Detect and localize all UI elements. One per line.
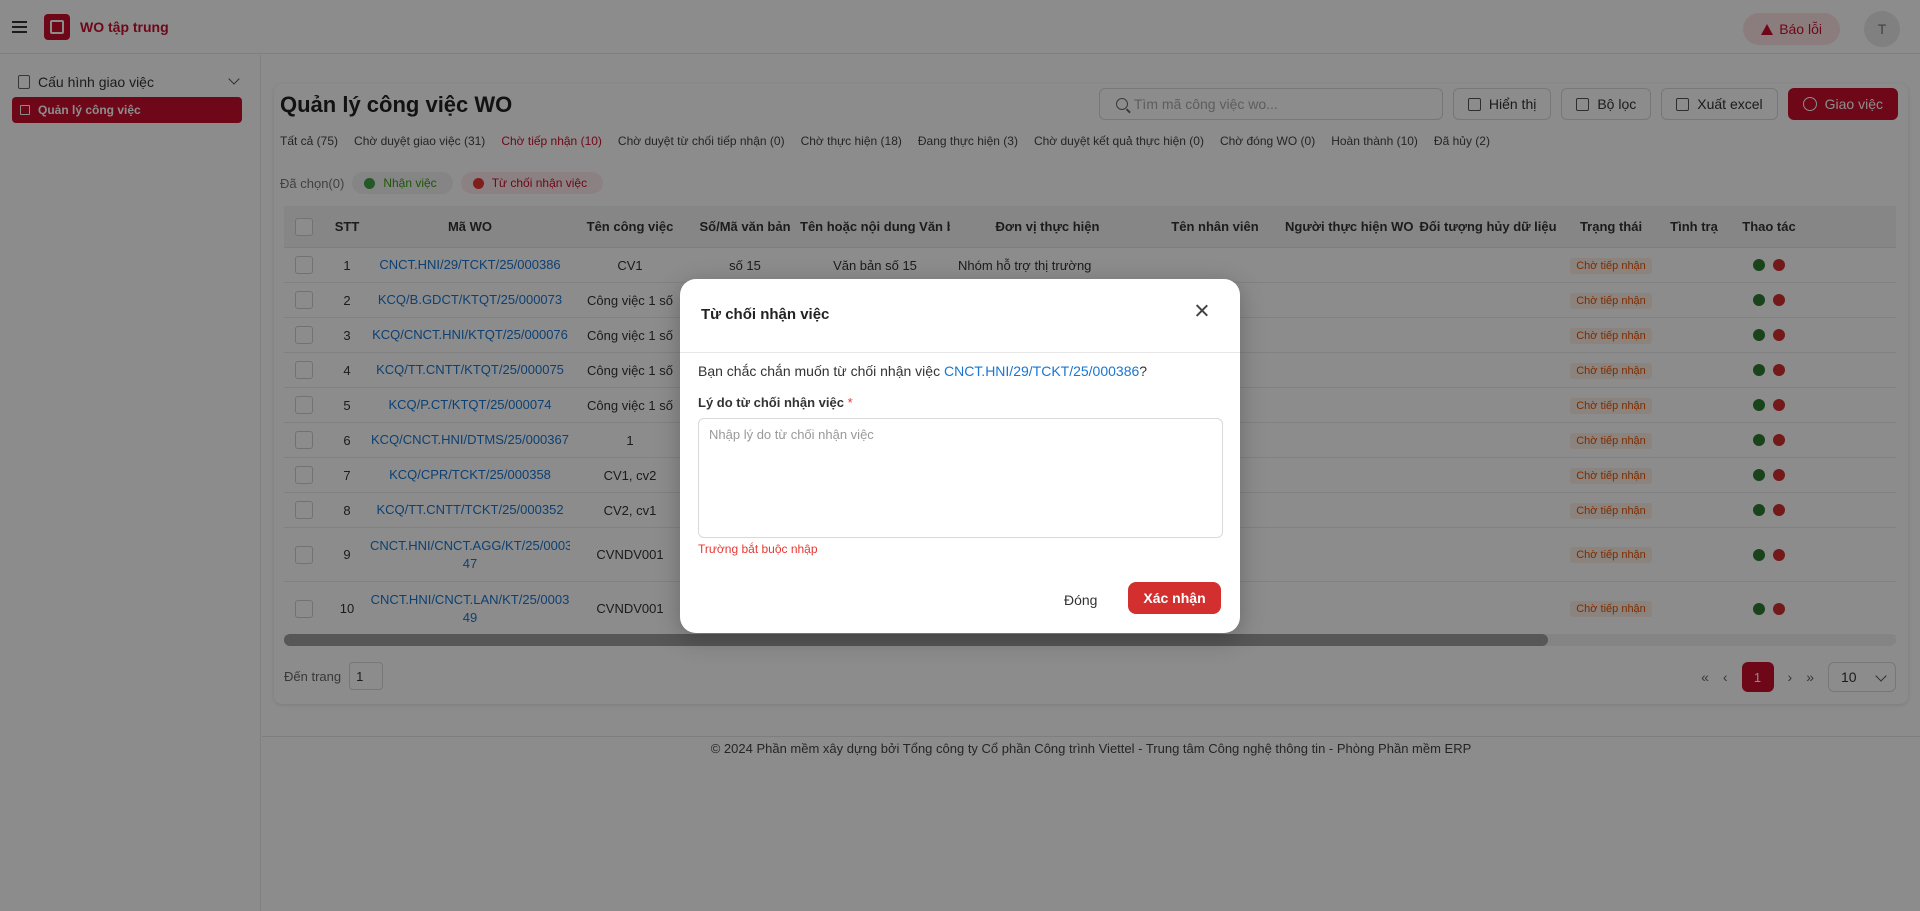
reject-work-modal: Từ chối nhận việc Bạn chắc chắn muốn từ …	[680, 279, 1240, 633]
required-mark: *	[847, 395, 853, 410]
work-code-link[interactable]: CNCT.HNI/29/TCKT/25/000386	[944, 363, 1139, 379]
confirm-button[interactable]: Xác nhận	[1128, 582, 1221, 614]
reason-label: Lý do từ chối nhận việc *	[698, 395, 853, 410]
close-button[interactable]: Đóng	[1064, 592, 1097, 608]
close-icon[interactable]	[1192, 301, 1212, 321]
modal-title: Từ chối nhận việc	[701, 306, 830, 323]
modal-message: Bạn chắc chắn muốn từ chối nhận việc CNC…	[698, 363, 1148, 379]
reject-reason-input[interactable]	[698, 418, 1223, 538]
required-error: Trường bắt buộc nhập	[698, 542, 818, 556]
